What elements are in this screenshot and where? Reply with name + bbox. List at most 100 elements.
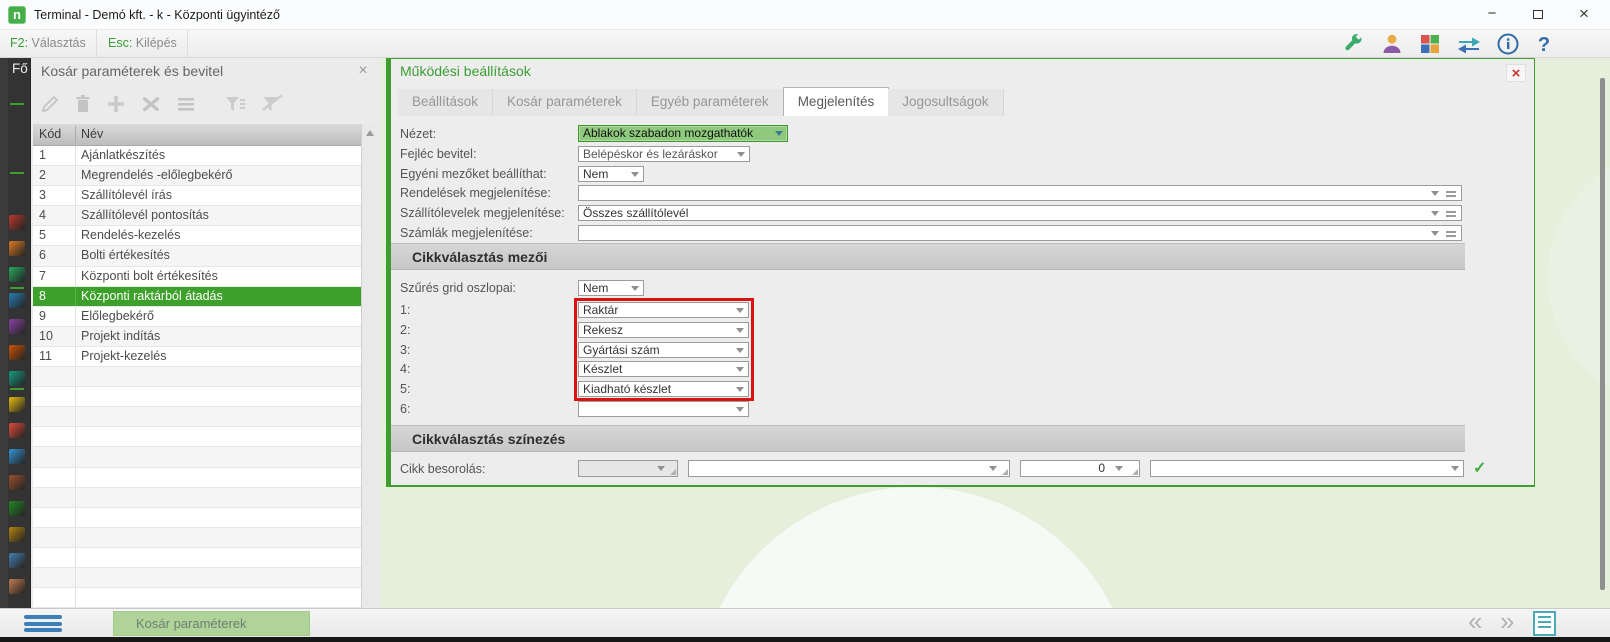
column-header-nev[interactable]: Név <box>81 124 103 145</box>
table-row[interactable]: 6 Bolti értékesítés <box>33 246 361 267</box>
table-row[interactable]: 9 Előlegbekérő <box>33 306 361 327</box>
table-row[interactable]: 10 Projekt indítás <box>33 326 361 347</box>
edit-icon[interactable] <box>39 93 61 115</box>
rail-module-icon[interactable] <box>9 267 25 282</box>
minimize-button[interactable]: − <box>1470 0 1514 30</box>
nav-previous-icon[interactable]: « <box>1468 606 1482 637</box>
table-scrollbar[interactable] <box>361 124 378 608</box>
table-row[interactable] <box>33 387 361 408</box>
scroll-up-icon[interactable] <box>366 130 374 136</box>
transfer-icon[interactable] <box>1456 32 1482 56</box>
status-badge[interactable]: Kosár paraméterek <box>113 611 310 636</box>
classification-color-select[interactable] <box>1150 460 1464 477</box>
table-body: 1 Ajánlatkészítés 2 Megrendelés -előlegbeké… <box>33 146 361 608</box>
classification-number-select[interactable]: 0 <box>1020 460 1140 477</box>
custom-fields-select[interactable]: Nem <box>578 166 644 182</box>
table-row[interactable] <box>33 547 361 568</box>
list-icon[interactable] <box>1446 191 1456 197</box>
table-row[interactable]: 11 Projekt-kezelés <box>33 346 361 368</box>
tab-egyéb-paraméterek[interactable]: Egyéb paraméterek <box>636 89 784 116</box>
invoices-display-select[interactable] <box>578 225 1462 241</box>
tab-megjelenítés[interactable]: Megjelenítés <box>782 87 890 116</box>
classification-name-select[interactable] <box>688 460 1010 477</box>
tab-jogosultságok[interactable]: Jogosultságok <box>888 89 1004 116</box>
rail-module-icon[interactable] <box>9 293 25 308</box>
classification-code-select[interactable] <box>578 460 678 477</box>
wrench-icon[interactable] <box>1342 32 1366 56</box>
list-icon[interactable] <box>1446 211 1456 217</box>
main-vertical-scrollbar[interactable] <box>1600 78 1605 590</box>
table-row[interactable]: 5 Rendelés-kezelés <box>33 226 361 247</box>
confirm-check-icon[interactable]: ✓ <box>1473 458 1486 478</box>
table-row[interactable]: 3 Szállítólevél írás <box>33 186 361 207</box>
rail-module-icon[interactable] <box>9 241 25 256</box>
status-menu-icon[interactable] <box>24 613 62 634</box>
table-row[interactable]: 8 Központi raktárból átadás <box>33 286 361 307</box>
nav-next-icon[interactable]: » <box>1500 606 1514 637</box>
cell-nev: Központi raktárból átadás <box>81 288 223 303</box>
table-header[interactable]: Kód Név <box>33 124 378 146</box>
table-row[interactable] <box>33 487 361 508</box>
filter-clear-icon[interactable] <box>259 93 283 115</box>
view-mode-select[interactable]: Ablakok szabadon mozgathatók <box>578 125 788 142</box>
table-row[interactable] <box>33 567 361 589</box>
grid-column-6-select[interactable] <box>578 401 749 417</box>
panel-close-icon[interactable]: × <box>354 62 372 80</box>
table-row[interactable] <box>33 367 361 388</box>
table-row[interactable]: 1 Ajánlatkészítés <box>33 146 361 167</box>
column-header-kod[interactable]: Kód <box>39 124 61 145</box>
grid-column-1-select[interactable]: Raktár <box>578 302 749 318</box>
rail-module-icon[interactable] <box>9 319 25 334</box>
rail-module-icon[interactable] <box>9 423 25 438</box>
menu-icon[interactable] <box>175 93 197 115</box>
table-row[interactable] <box>33 507 361 528</box>
hotkey-esc-exit[interactable]: Esc: Kilépés <box>98 30 188 58</box>
add-icon[interactable] <box>105 93 127 115</box>
filter-icon[interactable] <box>223 93 247 115</box>
orders-display-select[interactable] <box>578 185 1462 201</box>
rail-module-icon[interactable] <box>9 371 25 386</box>
delete-icon[interactable] <box>73 93 93 115</box>
help-icon[interactable]: ? <box>1534 32 1554 56</box>
filter-grid-select[interactable]: Nem <box>578 280 644 296</box>
table-row[interactable] <box>33 447 361 468</box>
rail-module-icon[interactable] <box>9 345 25 360</box>
header-entry-select[interactable]: Belépéskor és lezáráskor <box>578 146 750 162</box>
cell-nev: Megrendelés -előlegbekérő <box>81 168 233 183</box>
delivery-notes-display-select[interactable]: Összes szállítólevél <box>578 205 1462 221</box>
modules-icon[interactable] <box>1418 32 1442 56</box>
table-row[interactable]: 7 Központi bolt értékesítés <box>33 266 361 287</box>
grid-column-5-select[interactable]: Kiadható készlet <box>578 381 749 397</box>
panel-close-button[interactable]: × <box>1506 64 1526 82</box>
hotkey-f2-select[interactable]: F2: Választás <box>0 30 97 58</box>
rail-module-icon[interactable] <box>9 527 25 542</box>
close-button[interactable]: × <box>1562 0 1606 30</box>
grid-column-4-select[interactable]: Készlet <box>578 361 749 377</box>
table-row[interactable] <box>33 527 361 548</box>
grid-column-2-select[interactable]: Rekesz <box>578 322 749 338</box>
document-list-icon[interactable] <box>1533 611 1556 636</box>
table-row[interactable]: 4 Szállítólevél pontosítás <box>33 206 361 227</box>
rail-module-icon[interactable] <box>9 501 25 516</box>
table-row[interactable] <box>33 467 361 488</box>
hotkey-label: Kilépés <box>135 36 177 50</box>
table-row[interactable] <box>33 407 361 428</box>
info-icon[interactable] <box>1496 32 1520 56</box>
maximize-button[interactable] <box>1516 0 1560 30</box>
grid-column-3-select[interactable]: Gyártási szám <box>578 342 749 358</box>
user-icon[interactable] <box>1380 32 1404 56</box>
tab-beállítások[interactable]: Beállítások <box>398 89 494 116</box>
table-row[interactable] <box>33 427 361 448</box>
tab-kosár-paraméterek[interactable]: Kosár paraméterek <box>493 89 637 116</box>
rail-module-icon[interactable] <box>9 553 25 568</box>
rail-module-icon[interactable] <box>9 579 25 594</box>
rail-module-icon[interactable] <box>9 215 25 230</box>
rail-module-icon[interactable] <box>9 449 25 464</box>
cell-separator <box>75 507 76 527</box>
rail-module-icon[interactable] <box>9 475 25 490</box>
tools-icon[interactable] <box>139 93 163 115</box>
table-row[interactable] <box>33 588 361 608</box>
table-row[interactable]: 2 Megrendelés -előlegbekérő <box>33 166 361 187</box>
list-icon[interactable] <box>1446 231 1456 237</box>
rail-module-icon[interactable] <box>9 397 25 412</box>
